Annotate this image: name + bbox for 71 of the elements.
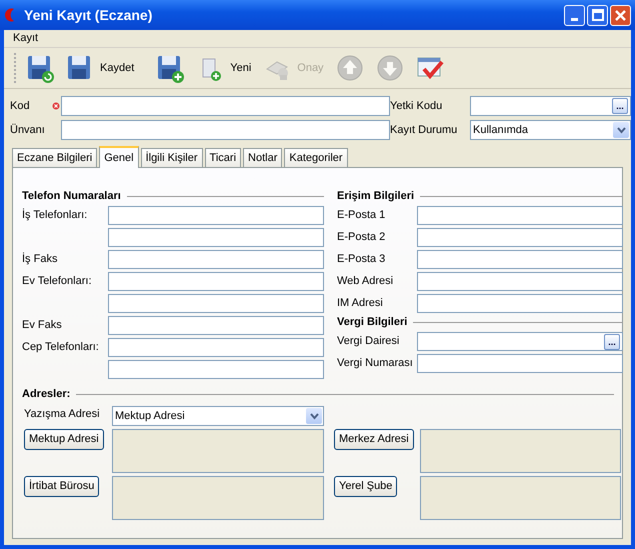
field-label: E-Posta 2 xyxy=(337,230,386,245)
menu-item[interactable]: Kayıt xyxy=(10,30,42,47)
text-field[interactable] xyxy=(417,294,623,312)
field-label: Kayıt Durumu xyxy=(390,122,458,138)
caret-icon xyxy=(310,412,318,420)
close-button[interactable] xyxy=(610,4,631,26)
field-label: Ünvanı xyxy=(10,122,46,138)
text-field[interactable] xyxy=(108,206,324,224)
text-field[interactable] xyxy=(108,360,324,378)
toolbar-button[interactable]: Yeni xyxy=(193,51,254,85)
field-label: E-Posta 1 xyxy=(337,208,386,223)
minimize-button[interactable] xyxy=(564,4,585,26)
toolbar-button[interactable]: Kaydet xyxy=(63,51,138,85)
field-label: Yazışma Adresi xyxy=(24,407,101,422)
maximize-icon xyxy=(592,9,604,21)
section-heading: Adresler: xyxy=(22,386,70,402)
field-label: Vergi Numarası xyxy=(337,356,414,371)
address-button[interactable]: Merkez Adresi xyxy=(334,429,414,450)
selected-value: Kullanımda xyxy=(473,122,528,138)
field-label: Yetki Kodu xyxy=(390,98,444,114)
text-field[interactable] xyxy=(108,338,324,356)
text-field[interactable] xyxy=(417,272,623,290)
close-icon xyxy=(615,10,626,20)
section-heading: Telefon Numaraları xyxy=(22,188,121,204)
tab[interactable]: Eczane Bilgileri xyxy=(12,148,98,167)
maximize-button[interactable] xyxy=(587,4,608,26)
text-field[interactable] xyxy=(61,96,390,116)
section-heading: Erişim Bilgileri xyxy=(337,188,414,204)
selected-value: Mektup Adresi xyxy=(115,408,185,424)
lookup-button[interactable]: ... xyxy=(604,334,620,350)
field-label: İş Faks xyxy=(22,252,58,267)
lookup-button[interactable]: ... xyxy=(612,98,628,114)
address-button[interactable]: İrtibat Bürosu xyxy=(24,476,100,497)
minimize-icon xyxy=(571,18,578,20)
tab[interactable]: Genel xyxy=(99,146,139,168)
caret-icon xyxy=(616,126,626,134)
text-field[interactable] xyxy=(108,250,324,268)
text-field[interactable] xyxy=(108,272,324,290)
field-label: IM Adresi xyxy=(337,296,384,311)
text-field[interactable] xyxy=(417,250,623,268)
address-button[interactable]: Mektup Adresi xyxy=(24,429,104,450)
field-label: İş Telefonları: xyxy=(22,208,88,223)
address-button[interactable]: Yerel Şube xyxy=(334,476,398,497)
tab[interactable]: Notlar xyxy=(243,148,282,167)
field-label: Cep Telefonları: xyxy=(22,340,100,355)
text-field[interactable] xyxy=(108,316,324,334)
window-title: Yeni Kayıt (Eczane) xyxy=(24,6,154,25)
dropdown-button[interactable] xyxy=(306,408,322,424)
dropdown-field[interactable]: Kullanımda xyxy=(470,120,631,140)
floppy-refresh-icon xyxy=(26,53,54,83)
dropdown-field[interactable]: Mektup Adresi xyxy=(112,406,324,426)
tab[interactable]: İlgili Kişiler xyxy=(140,148,203,167)
text-field[interactable] xyxy=(417,228,623,246)
lookup-field[interactable]: ... xyxy=(417,332,623,350)
lookup-field[interactable]: ... xyxy=(470,96,631,116)
tab[interactable]: Kategoriler xyxy=(284,148,348,167)
text-field[interactable] xyxy=(108,294,324,312)
section-heading: Vergi Bilgileri xyxy=(337,314,408,330)
floppy-add-icon xyxy=(156,53,184,83)
dropdown-button[interactable] xyxy=(613,122,629,138)
tab[interactable]: Ticari xyxy=(204,148,242,167)
field-label: E-Posta 3 xyxy=(337,252,386,267)
text-field[interactable] xyxy=(61,120,390,140)
text-field[interactable] xyxy=(108,228,324,246)
field-label: Web Adresi xyxy=(337,274,394,289)
field-label: Vergi Dairesi xyxy=(337,334,400,349)
field-label: Kod xyxy=(10,98,31,114)
field-label: Ev Telefonları: xyxy=(22,274,93,289)
text-field[interactable] xyxy=(417,206,623,224)
field-label: Ev Faks xyxy=(22,318,63,333)
text-field[interactable] xyxy=(417,354,623,372)
